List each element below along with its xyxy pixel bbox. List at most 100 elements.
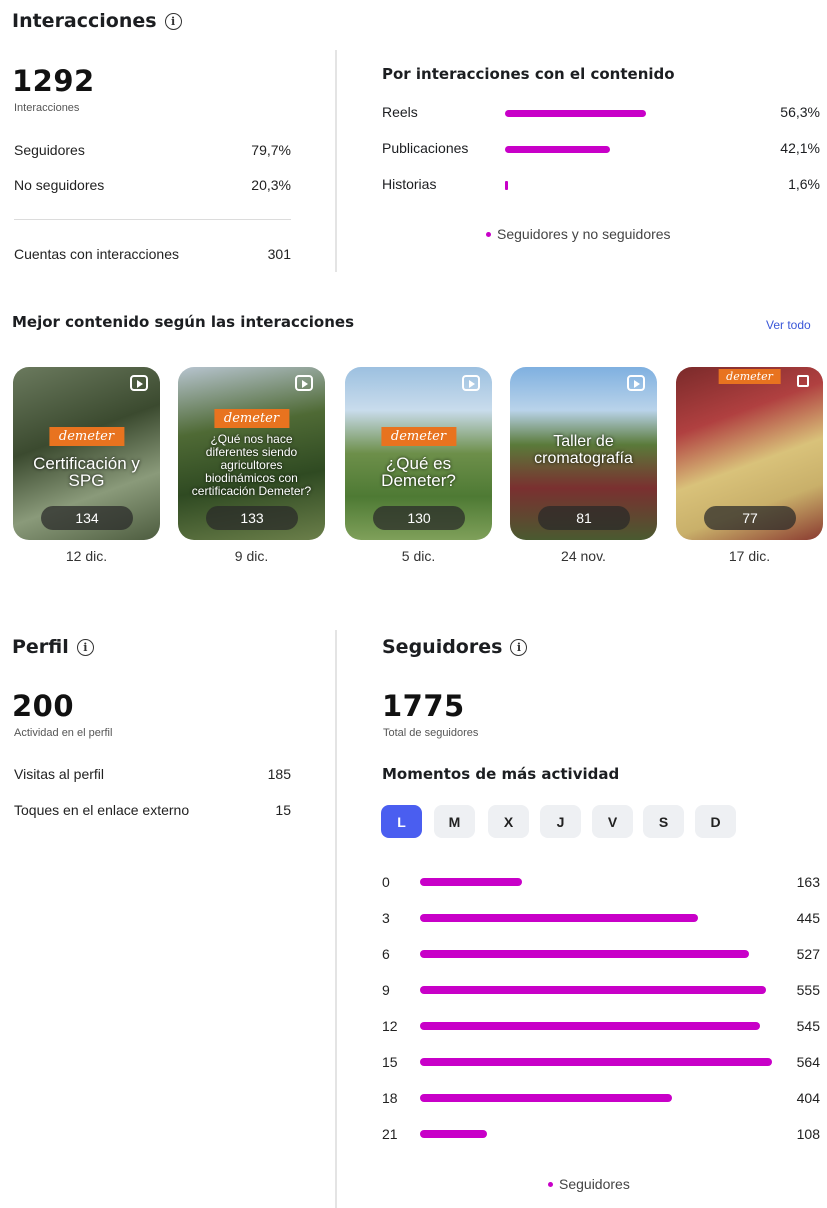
thumbnail-caption: Taller de cromatografía <box>534 433 633 467</box>
hour-value: 555 <box>796 982 820 998</box>
hour-value: 404 <box>796 1090 820 1106</box>
content-thumbnail[interactable]: Taller de cromatografía 81 <box>510 367 657 540</box>
post-icon <box>797 375 809 387</box>
interacciones-total-label: Interacciones <box>14 102 80 114</box>
hour-row: 9 555 <box>382 980 822 1000</box>
day-button-d[interactable]: D <box>695 805 736 838</box>
day-button-s[interactable]: S <box>643 805 684 838</box>
seguidores-total-label: Total de seguidores <box>383 727 479 739</box>
hour-value: 564 <box>796 1054 820 1070</box>
content-row-publicaciones: Publicaciones 42,1% <box>382 140 822 160</box>
content-label: Publicaciones <box>382 140 469 156</box>
day-button-j[interactable]: J <box>540 805 581 838</box>
interaction-count: 77 <box>704 506 796 530</box>
hour-label: 3 <box>382 910 390 926</box>
perfil-total-label: Actividad en el perfil <box>14 727 113 739</box>
row-label: Cuentas con interacciones <box>14 246 179 262</box>
perfil-title-text: Perfil <box>12 636 69 658</box>
hour-label: 12 <box>382 1018 398 1034</box>
hour-row: 6 527 <box>382 944 822 964</box>
hour-bar <box>420 1094 672 1102</box>
legend-label: Seguidores y no seguidores <box>497 226 671 242</box>
hour-row: 3 445 <box>382 908 822 928</box>
interacciones-row-no-seguidores: No seguidores 20,3% <box>14 177 291 193</box>
reel-icon <box>627 375 645 391</box>
hour-bar <box>420 1022 760 1030</box>
interaction-count: 133 <box>206 506 298 530</box>
seguidores-total: 1775 <box>382 689 465 723</box>
content-thumbnail[interactable]: demeter ¿Qué nos hace diferentes siendo … <box>178 367 325 540</box>
hour-row: 12 545 <box>382 1016 822 1036</box>
content-thumbnail[interactable]: demeter Certificación y SPG 134 <box>13 367 160 540</box>
seguidores-title-text: Seguidores <box>382 636 503 658</box>
content-date: 24 nov. <box>561 548 606 564</box>
hour-value: 445 <box>796 910 820 926</box>
interaction-count: 81 <box>538 506 630 530</box>
day-button-x[interactable]: X <box>488 805 529 838</box>
info-icon[interactable]: i <box>164 12 182 30</box>
content-thumbnail[interactable]: demeter ¿Qué es Demeter? 130 <box>345 367 492 540</box>
content-row-historias: Historias 1,6% <box>382 176 822 196</box>
divider <box>14 219 291 220</box>
hour-label: 21 <box>382 1126 398 1142</box>
content-label: Reels <box>382 104 418 120</box>
column-divider <box>335 630 337 1208</box>
hour-bar <box>420 878 522 886</box>
hour-label: 18 <box>382 1090 398 1106</box>
content-date: 12 dic. <box>65 548 108 564</box>
day-button-v[interactable]: V <box>592 805 633 838</box>
content-bar <box>505 146 610 153</box>
demeter-logo: demeter <box>380 427 457 446</box>
thumbnail-caption: ¿Qué nos hace diferentes siendo agricult… <box>191 432 312 498</box>
hour-label: 6 <box>382 946 390 962</box>
content-legend: Seguidores y no seguidores <box>486 226 671 242</box>
info-icon[interactable]: i <box>510 638 528 656</box>
content-value: 1,6% <box>788 176 820 192</box>
hour-label: 9 <box>382 982 390 998</box>
interacciones-row-seguidores: Seguidores 79,7% <box>14 142 291 158</box>
demeter-logo: demeter <box>718 369 781 384</box>
info-icon[interactable]: i <box>76 638 94 656</box>
legend-label: Seguidores <box>559 1176 630 1192</box>
row-label: Seguidores <box>14 142 85 158</box>
reel-icon <box>130 375 148 391</box>
row-value: 15 <box>275 802 291 818</box>
row-value: 301 <box>267 246 291 262</box>
row-label: Toques en el enlace externo <box>14 802 190 818</box>
seguidores-legend: Seguidores <box>548 1176 630 1192</box>
day-button-m[interactable]: M <box>434 805 475 838</box>
activity-title: Momentos de más actividad <box>382 765 620 783</box>
hour-bar <box>420 1058 772 1066</box>
column-divider <box>335 50 337 272</box>
interacciones-title-text: Interacciones <box>12 10 157 32</box>
interacciones-title: Interacciones i <box>12 10 182 32</box>
perfil-row-visitas: Visitas al perfil 185 <box>14 766 291 782</box>
interacciones-total: 1292 <box>12 64 95 98</box>
hour-value: 527 <box>796 946 820 962</box>
legend-dot <box>548 1181 553 1187</box>
content-thumbnail[interactable]: demeter 77 <box>676 367 823 540</box>
perfil-total: 200 <box>12 689 75 723</box>
hour-bar <box>420 914 698 922</box>
mejor-contenido-title: Mejor contenido según las interacciones <box>12 313 354 331</box>
hour-bar <box>420 950 749 958</box>
hour-row: 21 108 <box>382 1124 822 1144</box>
interacciones-row-cuentas: Cuentas con interacciones 301 <box>14 246 291 262</box>
hour-bar <box>420 986 766 994</box>
reel-icon <box>295 375 313 391</box>
hour-value: 545 <box>796 1018 820 1034</box>
day-button-l[interactable]: L <box>381 805 422 838</box>
content-date: 5 dic. <box>401 548 436 564</box>
perfil-row-toques: Toques en el enlace externo 15 <box>14 802 291 818</box>
hour-label: 0 <box>382 874 390 890</box>
demeter-logo: demeter <box>48 427 125 446</box>
reel-icon <box>462 375 480 391</box>
ver-todo-link[interactable]: Ver todo <box>766 318 811 332</box>
content-value: 42,1% <box>780 140 820 156</box>
thumbnail-caption: Certificación y SPG <box>33 454 140 490</box>
hour-row: 18 404 <box>382 1088 822 1108</box>
content-value: 56,3% <box>780 104 820 120</box>
interaction-count: 130 <box>373 506 465 530</box>
perfil-title: Perfil i <box>12 636 94 658</box>
content-date: 9 dic. <box>234 548 269 564</box>
